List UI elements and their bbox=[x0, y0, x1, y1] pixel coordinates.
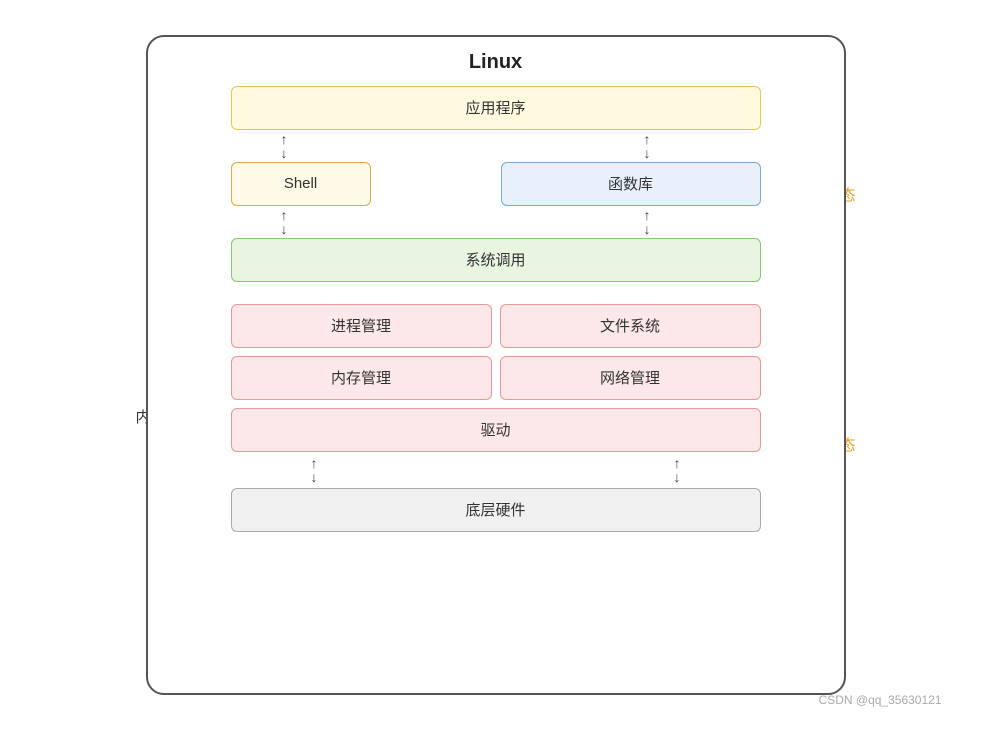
arrow-left-1: ↑ ↓ bbox=[281, 132, 288, 160]
app-layer: 应用程序 bbox=[231, 86, 761, 130]
arrow-left-3: ↑ ↓ bbox=[311, 456, 318, 484]
arrow-right-3: ↑ ↓ bbox=[674, 456, 681, 484]
shell-box: Shell bbox=[231, 162, 371, 206]
arrow-right-1: ↑ ↓ bbox=[644, 132, 651, 160]
driver-box: 驱动 bbox=[231, 408, 761, 452]
arrow-row-2: ↑ ↓ ↑ ↓ bbox=[231, 206, 761, 238]
linux-box: Linux 应用程序 ↑ ↓ ↑ ↓ Shell 函数库 bbox=[146, 35, 846, 695]
process-box: 进程管理 bbox=[231, 304, 492, 348]
memory-box: 内存管理 bbox=[231, 356, 492, 400]
watermark: CSDN @qq_35630121 bbox=[819, 693, 942, 707]
syscall-layer: 系统调用 bbox=[231, 238, 761, 282]
network-box: 网络管理 bbox=[500, 356, 761, 400]
kernel-grid: 进程管理 文件系统 内存管理 网络管理 bbox=[231, 304, 761, 400]
kernel-section: 进程管理 文件系统 内存管理 网络管理 驱动 bbox=[216, 304, 776, 452]
lib-box: 函数库 bbox=[501, 162, 761, 206]
file-box: 文件系统 bbox=[500, 304, 761, 348]
mid-row: Shell 函数库 bbox=[231, 162, 761, 206]
arrow-right-2: ↑ ↓ bbox=[644, 208, 651, 236]
hw-box: 底层硬件 bbox=[231, 488, 761, 532]
linux-title: Linux bbox=[469, 51, 522, 74]
arrow-row-1: ↑ ↓ ↑ ↓ bbox=[231, 130, 761, 162]
arrow-row-3: ↑ ↓ ↑ ↓ bbox=[231, 452, 761, 488]
outer-container: 用户态 内核态 内核功能 Linux 应用程序 ↑ ↓ ↑ bbox=[36, 15, 956, 715]
arrow-left-2: ↑ ↓ bbox=[281, 208, 288, 236]
